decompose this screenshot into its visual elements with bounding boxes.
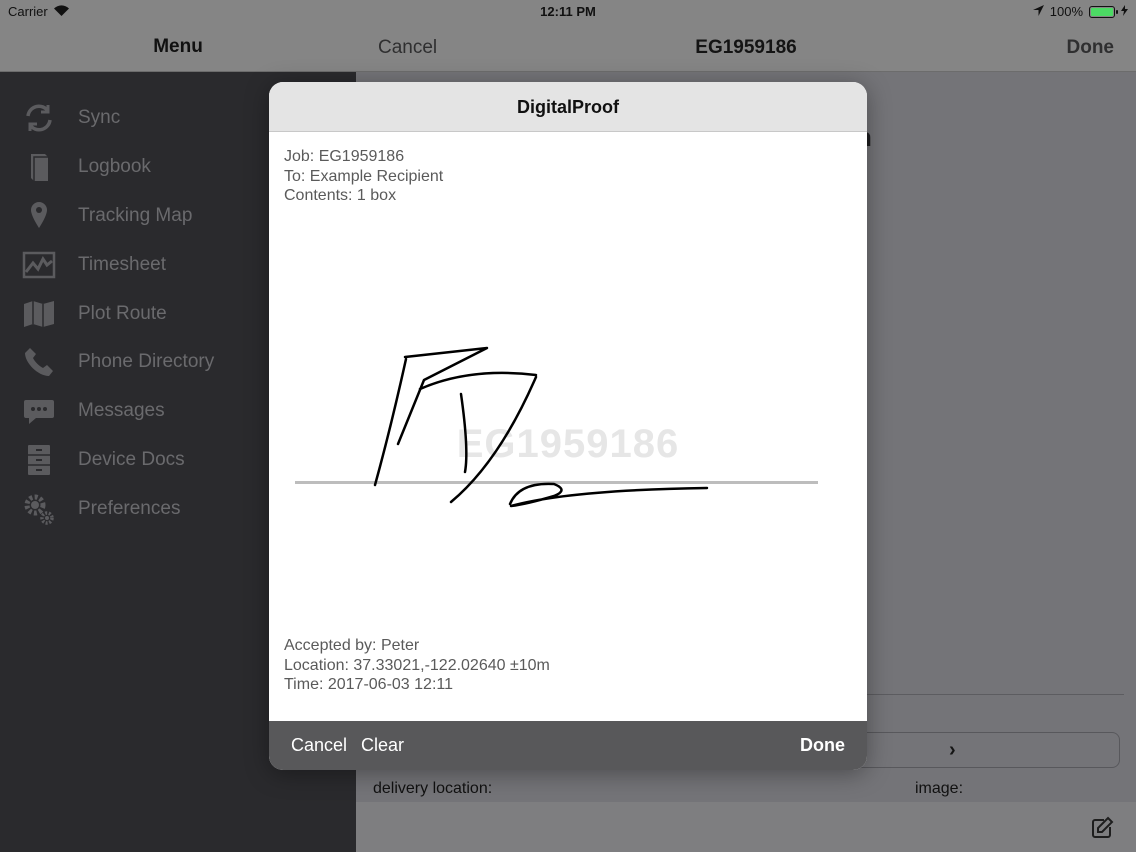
status-right: 100%	[1032, 4, 1128, 19]
menu-label-messages: Messages	[78, 400, 165, 422]
file-cabinet-icon	[22, 443, 56, 477]
status-time: 12:11 PM	[540, 4, 596, 19]
dialog-done-button[interactable]: Done	[800, 735, 845, 756]
dialog-clear-button[interactable]: Clear	[361, 735, 404, 756]
menu-label-phone-directory: Phone Directory	[78, 351, 215, 373]
accepted-by-line: Accepted by: Peter	[284, 637, 420, 654]
nav-title: EG1959186	[695, 37, 797, 58]
edit-icon[interactable]	[1090, 816, 1114, 840]
menu-label-preferences: Preferences	[78, 497, 181, 519]
acceptance-info: Accepted by: Peter Location: 37.33021,-1…	[284, 636, 550, 695]
bottom-toolbar	[356, 802, 1136, 852]
chart-line-icon	[22, 248, 56, 282]
menu-label-plot-route: Plot Route	[78, 302, 167, 324]
nav-done-button[interactable]: Done	[1067, 37, 1115, 59]
signature-drawing	[373, 346, 709, 508]
menu-label-timesheet: Timesheet	[78, 253, 166, 275]
location-line: Location: 37.33021,-122.02640 ±10m	[284, 656, 550, 674]
menu-label-device-docs: Device Docs	[78, 448, 185, 470]
phone-icon	[22, 345, 56, 379]
signature-pad[interactable]: Job: EG1959186 To: Example Recipient Con…	[269, 132, 867, 721]
dialog-title: DigitalProof	[517, 97, 619, 117]
location-arrow-icon	[1032, 4, 1044, 19]
time-line: Time: 2017-06-03 12:11	[284, 676, 453, 693]
menu-label-tracking-map: Tracking Map	[78, 204, 193, 226]
folded-map-icon	[22, 297, 56, 331]
chevron-right-icon: ›	[949, 739, 956, 761]
dialog-cancel-button[interactable]: Cancel	[291, 735, 347, 756]
digital-proof-dialog: DigitalProof Job: EG1959186 To: Example …	[269, 82, 867, 770]
image-label: image:	[915, 780, 964, 797]
menu-label-sync: Sync	[78, 107, 121, 129]
menu-label-logbook: Logbook	[78, 156, 151, 178]
battery-percent: 100%	[1049, 4, 1083, 19]
dialog-toolbar: Cancel Clear Done	[269, 721, 867, 770]
sidebar-title: Menu	[153, 36, 203, 57]
dialog-header: DigitalProof	[269, 82, 867, 132]
delivery-location-label: delivery location:	[373, 780, 493, 797]
battery-icon	[1089, 5, 1118, 18]
charging-icon	[1121, 4, 1128, 19]
gears-icon	[22, 492, 56, 526]
chat-bubble-icon	[22, 394, 56, 428]
status-bar: Carrier 12:11 PM 100%	[0, 0, 1136, 24]
sync-icon	[22, 101, 56, 135]
map-pin-icon	[22, 199, 56, 233]
book-icon	[22, 150, 56, 184]
